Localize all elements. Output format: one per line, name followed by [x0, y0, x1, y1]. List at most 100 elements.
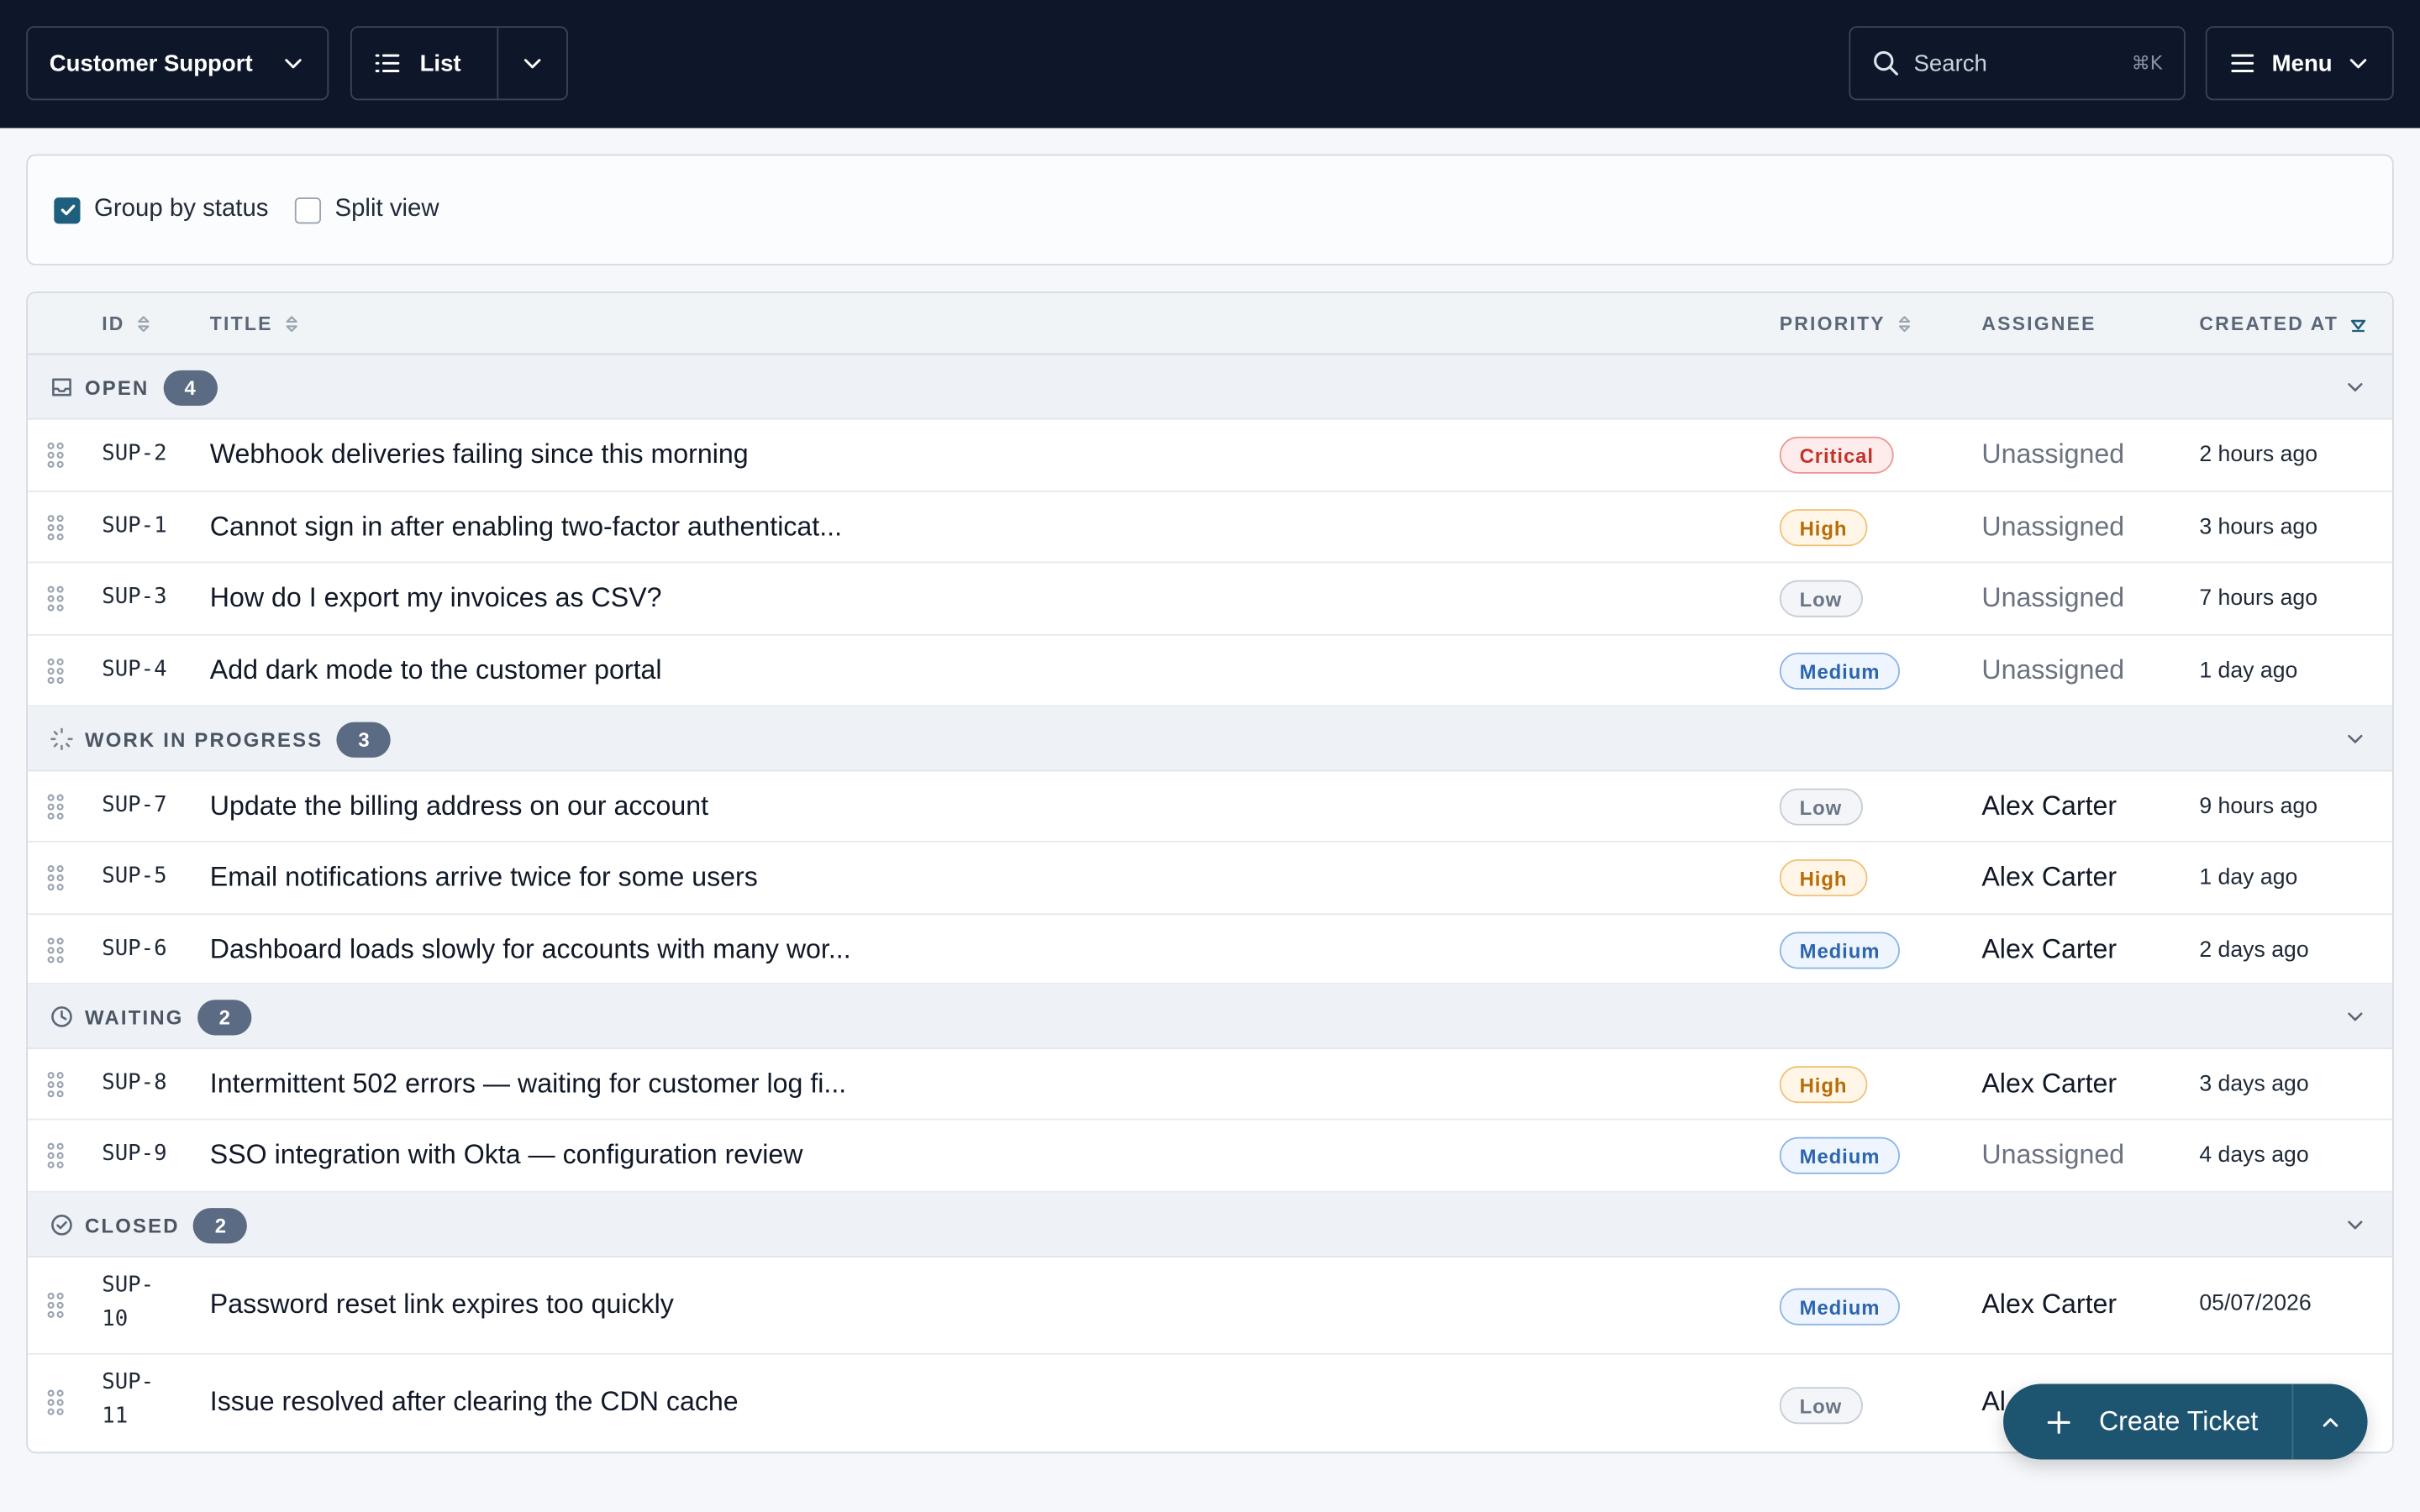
ticket-id[interactable]: SUP-3 [102, 585, 166, 609]
group-header-work-in-progress[interactable]: WORK IN PROGRESS 3 [28, 706, 2392, 772]
chevron-down-icon[interactable] [2344, 728, 2366, 750]
column-header-created-at-label: CREATED AT [2199, 312, 2339, 335]
assignee[interactable]: Alex Carter [1981, 790, 2117, 822]
drag-handle-icon[interactable] [46, 657, 65, 685]
inbox-icon [52, 378, 71, 396]
ticket-title[interactable]: Email notifications arrive twice for som… [210, 861, 758, 894]
group-by-status-checkbox[interactable] [54, 197, 81, 223]
ticket-id[interactable]: SUP-2 [102, 441, 166, 465]
view-label: List [419, 50, 461, 76]
table-row[interactable]: SUP- 10 Password reset link expires too … [28, 1257, 2392, 1355]
create-ticket-fab: Create Ticket [2003, 1383, 2368, 1460]
create-ticket-button[interactable]: Create Ticket [2003, 1383, 2294, 1460]
split-view-checkbox[interactable] [294, 197, 321, 223]
created-at: 1 day ago [2199, 659, 2298, 684]
view-dropdown-button[interactable] [498, 28, 566, 98]
ticket-id[interactable]: SUP-6 [102, 937, 166, 961]
priority-badge: High [1779, 509, 1868, 547]
menu-button[interactable]: Menu [2205, 26, 2394, 101]
drag-handle-icon[interactable] [46, 937, 65, 964]
table-row[interactable]: SUP-6 Dashboard loads slowly for account… [28, 915, 2392, 984]
ticket-id[interactable]: SUP-8 [102, 1071, 166, 1095]
table-row[interactable]: SUP-4 Add dark mode to the customer port… [28, 636, 2392, 707]
ticket-title[interactable]: Issue resolved after clearing the CDN ca… [210, 1385, 739, 1418]
ticket-title[interactable]: Password reset link expires too quickly [210, 1289, 674, 1321]
ticket-title[interactable]: Dashboard loads slowly for accounts with… [210, 933, 851, 966]
assignee[interactable]: Alex Carter [1981, 861, 2117, 894]
table-row[interactable]: SUP-2 Webhook deliveries failing since t… [28, 420, 2392, 492]
drag-handle-icon[interactable] [46, 514, 65, 542]
ticket-title[interactable]: Intermittent 502 errors — waiting for cu… [210, 1068, 846, 1100]
chevron-down-icon[interactable] [2344, 1215, 2366, 1236]
assignee[interactable]: Unassigned [1981, 511, 2124, 543]
chevron-down-icon[interactable] [2344, 1006, 2366, 1028]
assignee[interactable]: Alex Carter [1981, 1068, 2117, 1100]
chevron-down-icon [2349, 59, 2367, 69]
group-count-badge: 2 [197, 999, 252, 1035]
ticket-id-continued[interactable]: 11 [102, 1404, 128, 1428]
sort-descending-icon [2351, 319, 2366, 333]
group-header-waiting[interactable]: WAITING 2 [28, 984, 2392, 1049]
ticket-id[interactable]: SUP-9 [102, 1142, 166, 1166]
group-label: WAITING 2 [85, 984, 252, 1049]
assignee[interactable]: Unassigned [1981, 654, 2124, 687]
drag-handle-icon[interactable] [46, 585, 65, 612]
ticket-id[interactable]: SUP-7 [102, 793, 166, 817]
ticket-id-continued[interactable]: 10 [102, 1307, 128, 1331]
ticket-id[interactable]: SUP- [102, 1370, 154, 1394]
group-header-closed[interactable]: CLOSED 2 [28, 1192, 2392, 1257]
assignee[interactable]: Unassigned [1981, 438, 2124, 471]
ticket-id[interactable]: SUP-5 [102, 864, 166, 889]
priority-badge: Medium [1779, 1137, 1901, 1174]
group-by-status-option[interactable]: Group by status [54, 196, 269, 223]
drag-handle-icon[interactable] [46, 1291, 65, 1319]
chevron-down-icon[interactable] [2344, 376, 2366, 398]
create-ticket-options-button[interactable] [2293, 1384, 2367, 1460]
ticket-id[interactable]: SUP-1 [102, 514, 166, 538]
created-at: 2 days ago [2199, 937, 2309, 963]
group-label: CLOSED 2 [85, 1193, 248, 1257]
ticket-title[interactable]: Cannot sign in after enabling two-factor… [210, 511, 842, 543]
assignee[interactable]: Unassigned [1981, 581, 2124, 614]
column-header-priority[interactable]: PRIORITY [1780, 293, 1912, 354]
ticket-id[interactable]: SUP- [102, 1273, 154, 1297]
table-row[interactable]: SUP-7 Update the billing address on our … [28, 771, 2392, 843]
table-row[interactable]: SUP-1 Cannot sign in after enabling two-… [28, 492, 2392, 564]
ticket-title[interactable]: How do I export my invoices as CSV? [210, 581, 662, 614]
assignee[interactable]: Alex Carter [1981, 933, 2117, 966]
drag-handle-icon[interactable] [46, 441, 65, 469]
table-row[interactable]: SUP-3 How do I export my invoices as CSV… [28, 563, 2392, 636]
priority-badge: Low [1779, 1387, 1863, 1425]
assignee[interactable]: Al [1981, 1385, 2006, 1418]
ticket-title[interactable]: Webhook deliveries failing since this mo… [210, 438, 749, 471]
drag-handle-icon[interactable] [46, 1071, 65, 1099]
column-header-id-label: ID [102, 312, 125, 335]
drag-handle-icon[interactable] [46, 1142, 65, 1169]
ticket-title[interactable]: Update the billing address on our accoun… [210, 790, 708, 822]
created-at: 3 days ago [2199, 1072, 2309, 1097]
priority-badge: High [1779, 859, 1868, 897]
assignee[interactable]: Unassigned [1981, 1139, 2124, 1172]
drag-handle-icon[interactable] [46, 864, 65, 892]
column-header-priority-label: PRIORITY [1779, 312, 1886, 335]
ticket-title[interactable]: Add dark mode to the customer portal [210, 654, 662, 687]
project-selector[interactable]: Customer Support [26, 26, 329, 101]
drag-handle-icon[interactable] [46, 793, 65, 821]
created-at: 1 day ago [2199, 865, 2298, 890]
column-header-id[interactable]: ID [102, 293, 151, 354]
table-row[interactable]: SUP-8 Intermittent 502 errors — waiting … [28, 1049, 2392, 1121]
ticket-id[interactable]: SUP-4 [102, 657, 166, 681]
table-row[interactable]: SUP-9 SSO integration with Okta — config… [28, 1120, 2392, 1193]
group-header-open[interactable]: OPEN 4 [28, 354, 2392, 420]
list-icon [375, 54, 400, 72]
table-row[interactable]: SUP-5 Email notifications arrive twice f… [28, 843, 2392, 916]
column-header-created-at[interactable]: CREATED AT [2199, 293, 2368, 354]
list-view-button[interactable]: List [352, 28, 499, 99]
column-header-assignee[interactable]: ASSIGNEE [1981, 293, 2096, 354]
search-button[interactable]: Search ⌘K [1849, 26, 2186, 101]
split-view-option[interactable]: Split view [294, 196, 439, 223]
ticket-title[interactable]: SSO integration with Okta — configuratio… [210, 1139, 803, 1172]
drag-handle-icon[interactable] [46, 1389, 65, 1416]
column-header-title[interactable]: TITLE [210, 293, 299, 354]
assignee[interactable]: Alex Carter [1981, 1289, 2117, 1321]
